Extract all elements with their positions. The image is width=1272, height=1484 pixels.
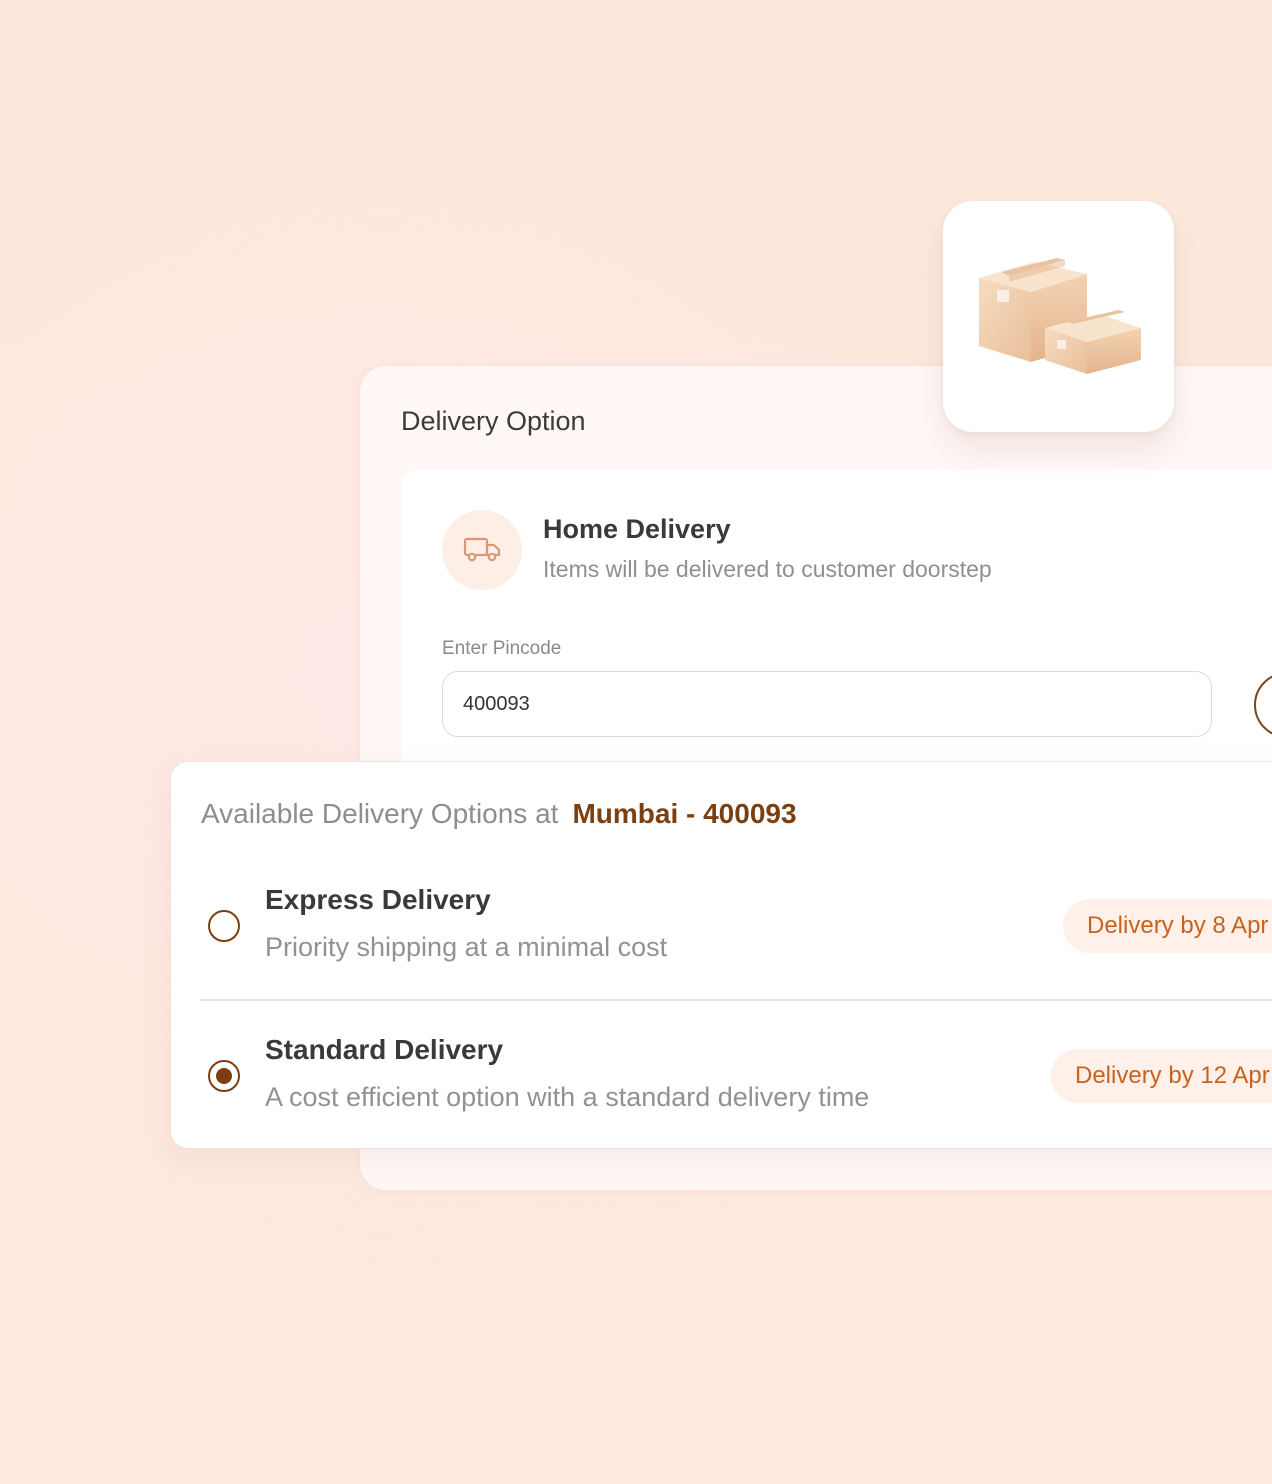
delivery-option-title: Delivery Option: [401, 406, 586, 436]
pincode-submit-button[interactable]: [1254, 672, 1272, 738]
option-description: Priority shipping at a minimal cost: [265, 932, 668, 962]
pincode-label: Enter Pincode: [442, 638, 562, 659]
truck-icon: [442, 510, 522, 590]
option-divider: [201, 999, 1272, 1001]
home-delivery-title: Home Delivery: [543, 514, 731, 544]
standard-radio[interactable]: [208, 1060, 240, 1092]
available-options-heading: Available Delivery Options at Mumbai - 40…: [201, 798, 797, 830]
package-boxes-icon: [943, 201, 1174, 432]
delivery-option-standard[interactable]: Standard Delivery A cost efficient optio…: [171, 1022, 1272, 1162]
home-delivery-description: Items will be delivered to customer door…: [543, 556, 992, 582]
available-delivery-options-card: Available Delivery Options at Mumbai - 40…: [170, 761, 1272, 1149]
delivery-eta-badge: Delivery by 8 Apr: [1063, 899, 1272, 953]
delivery-eta-badge: Delivery by 12 Apr: [1051, 1049, 1272, 1103]
option-description: A cost efficient option with a standard …: [265, 1082, 870, 1112]
delivery-option-express[interactable]: Express Delivery Priority shipping at a …: [171, 872, 1272, 1012]
express-radio[interactable]: [208, 910, 240, 942]
pincode-input[interactable]: [442, 671, 1212, 737]
option-title: Standard Delivery: [265, 1034, 504, 1065]
available-options-prefix: Available Delivery Options at: [201, 798, 559, 829]
delivery-location: Mumbai - 400093: [572, 798, 797, 829]
option-title: Express Delivery: [265, 884, 491, 915]
